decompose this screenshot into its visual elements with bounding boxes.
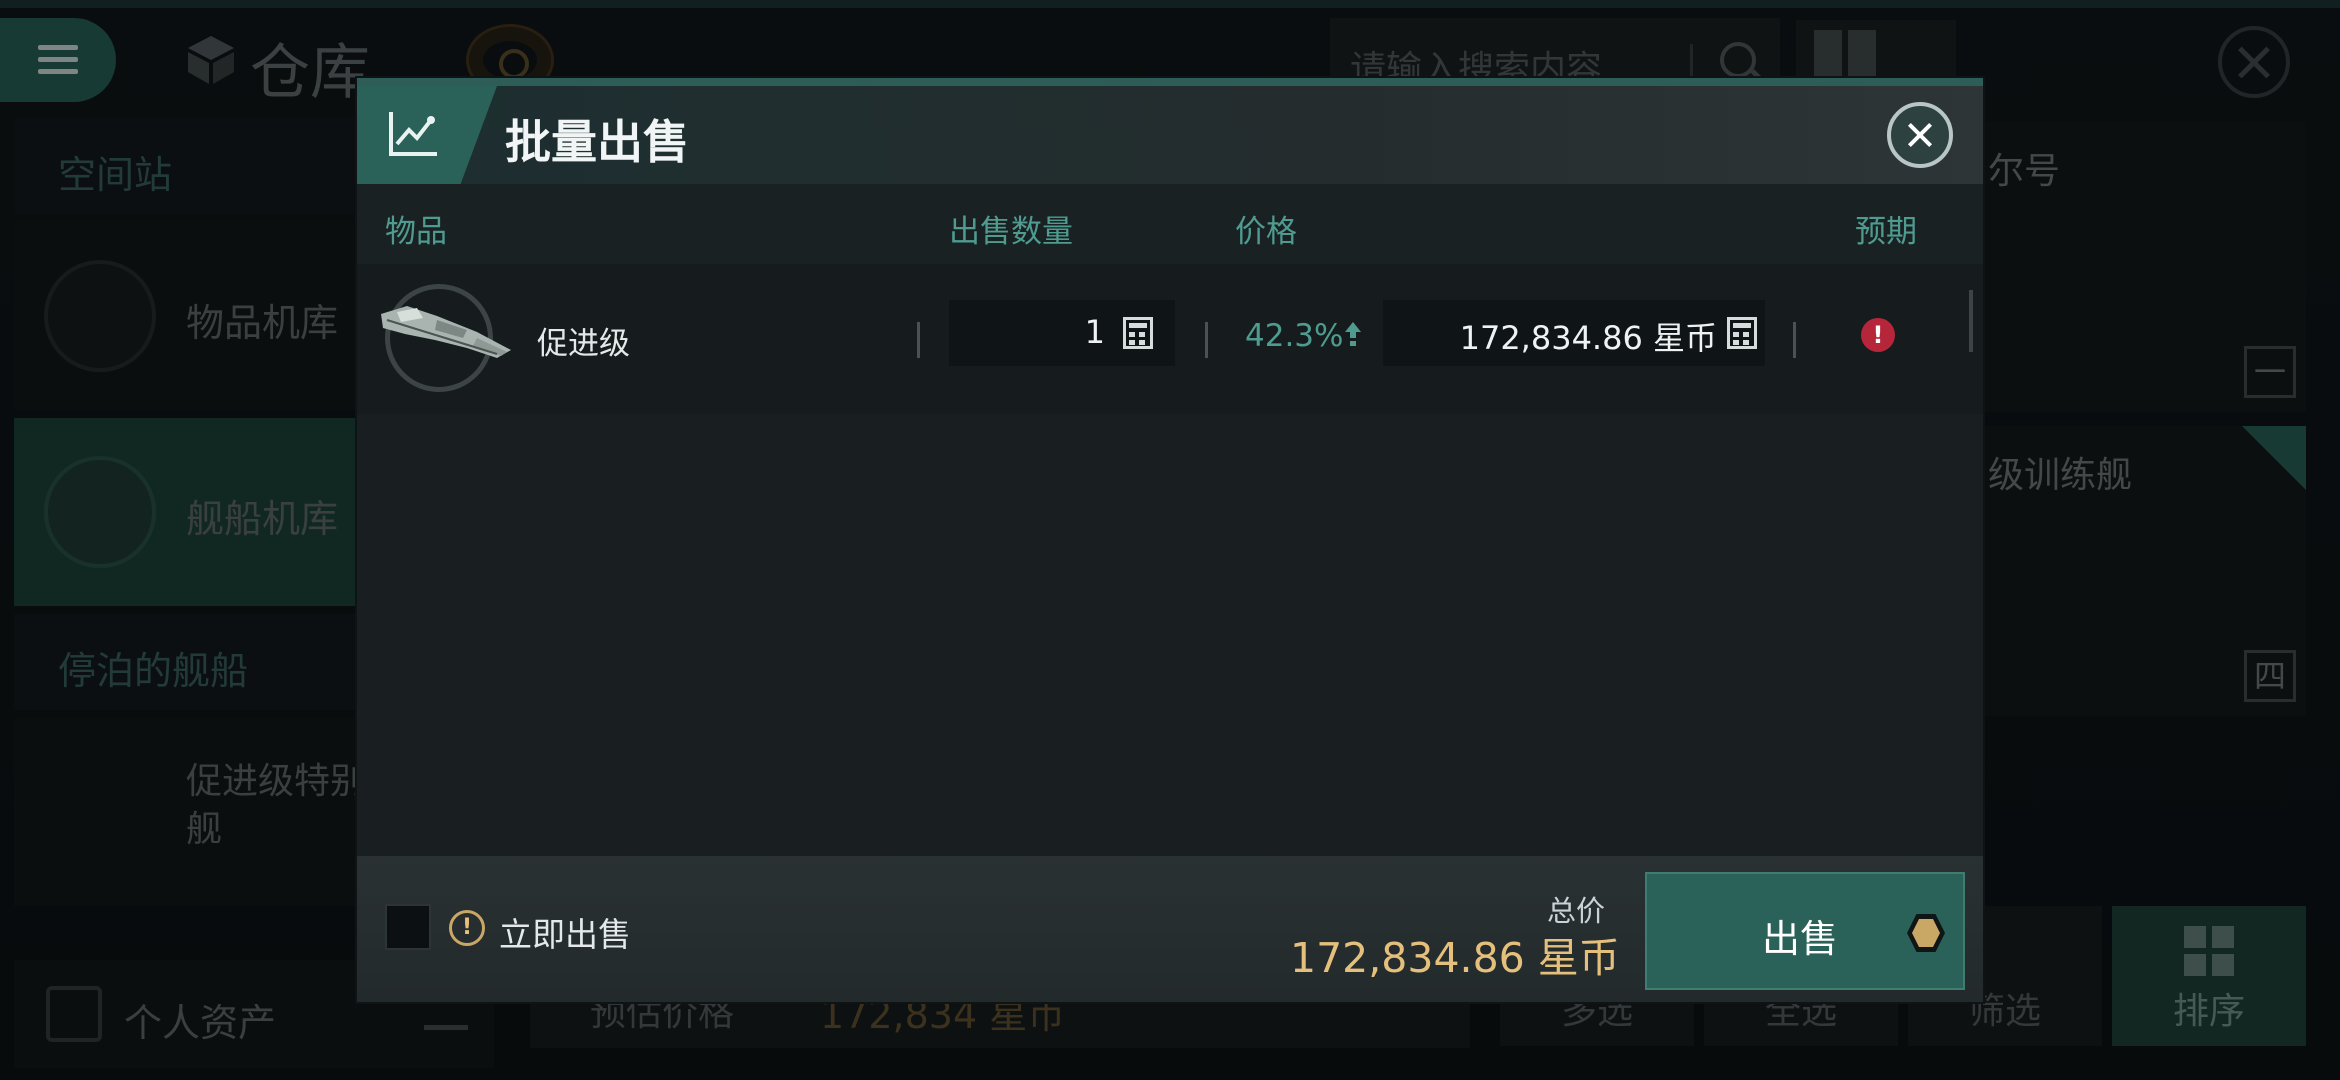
column-price: 价格 — [1235, 214, 1297, 250]
dialog-top-accent — [357, 78, 1983, 86]
table-header: 物品 出售数量 价格 预期 — [357, 184, 1983, 264]
instant-sell-label: 立即出售 — [499, 915, 631, 954]
ship-thumbnail — [381, 306, 511, 358]
price-value: 172,834.86 星币 — [1459, 319, 1717, 357]
header-icon-tab — [357, 86, 497, 184]
trend-chart-icon — [389, 112, 437, 156]
info-warning-icon[interactable]: ! — [449, 910, 485, 946]
row-edge-indicator — [1969, 290, 1973, 352]
calculator-icon[interactable] — [1123, 317, 1153, 349]
batch-sell-dialog: 批量出售 物品 出售数量 价格 预期 促进级 1 42.3% 172,834.8… — [357, 78, 1983, 1002]
total-price-value: 172,834.86 星币 — [1290, 934, 1620, 982]
quantity-input[interactable]: 1 — [949, 300, 1175, 366]
item-name: 促进级 — [537, 326, 630, 362]
sell-button[interactable]: 出售 — [1645, 872, 1965, 990]
table-row: 促进级 1 42.3% 172,834.86 星币 ! — [357, 264, 1983, 414]
price-input[interactable]: 172,834.86 星币 — [1383, 300, 1765, 366]
price-percent: 42.3% — [1245, 318, 1344, 354]
calculator-icon[interactable] — [1727, 317, 1757, 349]
column-separator — [917, 322, 920, 358]
column-separator — [1793, 322, 1796, 358]
dialog-title: 批量出售 — [505, 115, 689, 169]
close-dialog-button[interactable] — [1887, 102, 1953, 168]
alert-icon[interactable]: ! — [1861, 318, 1895, 352]
column-separator — [1205, 322, 1208, 358]
dialog-header: 批量出售 — [357, 86, 1983, 184]
column-expected: 预期 — [1855, 214, 1917, 250]
instant-sell-checkbox[interactable] — [385, 904, 431, 950]
column-item: 物品 — [385, 214, 447, 250]
column-quantity: 出售数量 — [949, 214, 1073, 250]
arrow-up-icon — [1345, 322, 1361, 346]
quantity-value: 1 — [1084, 313, 1105, 351]
